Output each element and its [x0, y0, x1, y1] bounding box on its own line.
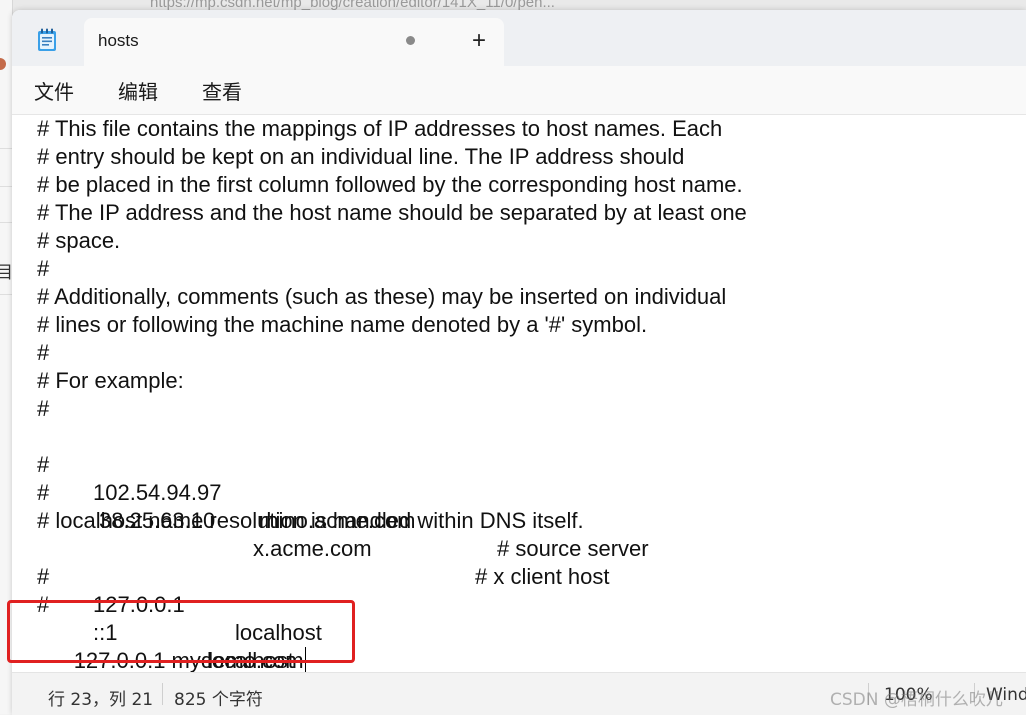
title-bar: hosts + [12, 10, 1026, 66]
notepad-icon [36, 28, 58, 52]
editor-line: # This file contains the mappings of IP … [37, 116, 723, 141]
editor-line: # lines or following the machine name de… [37, 312, 648, 337]
example-host: x.acme.com [253, 536, 372, 561]
localhost-comment-line: # localhost name resolution is handled w… [37, 508, 584, 533]
example-hash: # [37, 480, 50, 505]
tab-hosts[interactable]: hosts [84, 18, 504, 66]
editor-line: # entry should be kept on an individual … [37, 144, 685, 169]
editor-line: # The IP address and the host name shoul… [37, 200, 747, 225]
unsaved-dot-icon[interactable] [406, 36, 415, 45]
editor-line: # For example: [37, 368, 184, 393]
text-editor[interactable]: # This file contains the mappings of IP … [12, 115, 1026, 673]
annotation-red-box [7, 600, 355, 663]
cursor-position: 行 23，列 21 [48, 690, 154, 710]
menu-file[interactable]: 文件 [34, 76, 74, 105]
editor-line: # [37, 256, 50, 281]
status-divider [162, 683, 163, 705]
notepad-window: hosts + 文件 编辑 查看 # This file contains th… [7, 10, 1026, 715]
background-app-icon [0, 58, 6, 70]
tab-title: hosts [98, 31, 139, 50]
example-comment: # x client host [475, 564, 610, 589]
editor-line: # [37, 340, 50, 365]
menu-view[interactable]: 查看 [202, 76, 242, 105]
editor-line: # Additionally, comments (such as these)… [37, 284, 727, 309]
menu-bar: 文件 编辑 查看 [12, 66, 1026, 115]
new-tab-button[interactable]: + [458, 22, 500, 60]
example-ip: 102.54.94.97 [93, 480, 222, 505]
character-count: 825 个字符 [174, 690, 263, 710]
menu-edit[interactable]: 编辑 [118, 76, 158, 105]
editor-line: # be placed in the first column followed… [37, 172, 743, 197]
example-comment: # source server [497, 536, 649, 561]
status-bar: 行 23，列 21 825 个字符 100% Wind CSDN @梧桐什么吹儿 [12, 672, 1026, 715]
watermark: CSDN @梧桐什么吹儿 [830, 690, 1003, 710]
editor-line: # space. [37, 228, 121, 253]
editor-line: # [37, 396, 50, 421]
